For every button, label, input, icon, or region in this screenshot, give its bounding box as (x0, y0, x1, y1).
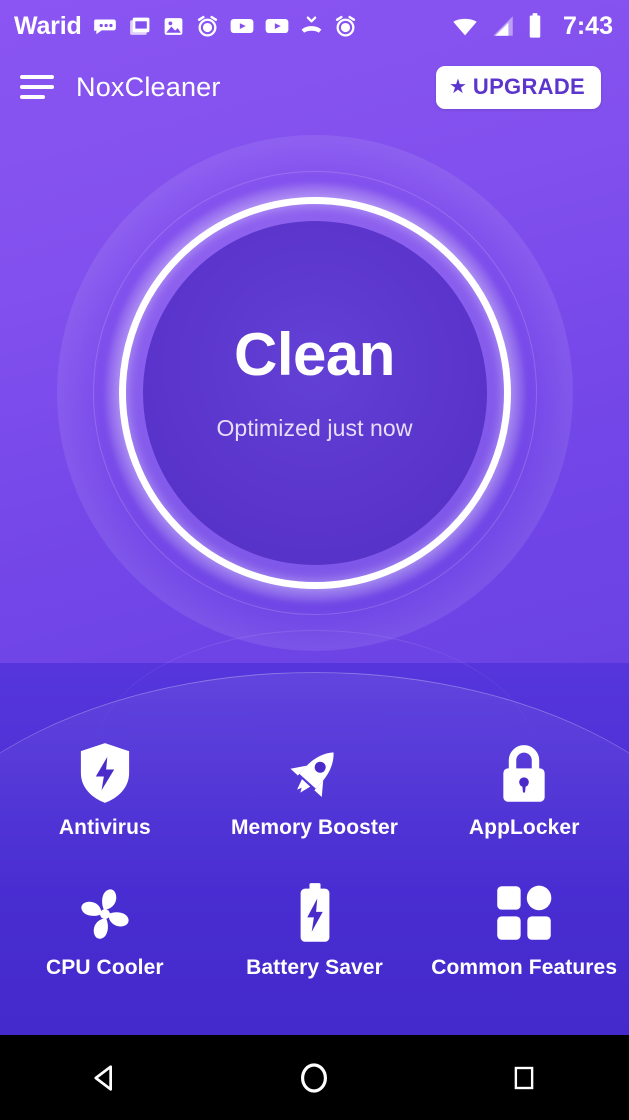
feature-memory-booster[interactable]: Memory Booster (210, 734, 420, 874)
feature-row-2: CPU Cooler Battery Saver Common Features (0, 874, 629, 1014)
wifi-icon (453, 18, 477, 36)
nav-home-button[interactable] (259, 1035, 369, 1120)
recents-square-icon (514, 1066, 534, 1089)
fan-icon (74, 882, 136, 944)
battery-bolt-icon (294, 882, 336, 944)
hamburger-line-3 (20, 95, 45, 99)
rocket-icon (284, 742, 346, 804)
video-player-icon-2 (265, 18, 288, 34)
clean-ring-wrapper: Clean Optimized just now (56, 134, 573, 651)
nav-recents-button[interactable] (469, 1035, 579, 1120)
home-circle-icon (301, 1062, 328, 1093)
alarm-icon-2 (335, 15, 355, 36)
clean-button[interactable]: Clean Optimized just now (142, 220, 487, 565)
news-icon (129, 17, 149, 35)
feature-label: CPU Cooler (45, 956, 164, 979)
feature-applocker[interactable]: AppLocker (419, 734, 629, 874)
notification-icons (92, 13, 358, 39)
nav-back-button[interactable] (50, 1035, 160, 1120)
phone-screen: Warid 7:43 NoxCleaner ★ UPGRADE Clean Op… (0, 0, 629, 1120)
hamburger-line-1 (20, 75, 54, 79)
hamburger-menu-icon[interactable] (20, 75, 54, 99)
video-player-icon (230, 18, 253, 34)
feature-label: AppLocker (468, 816, 580, 839)
hamburger-line-2 (20, 85, 54, 89)
feature-grid: Antivirus Memory Booster AppLocker CPU C… (0, 726, 629, 1035)
signal-icon (493, 16, 513, 36)
grid-apps-icon (495, 882, 553, 944)
app-title: NoxCleaner (76, 71, 221, 102)
battery-icon (529, 13, 541, 38)
image-icon (164, 17, 182, 35)
alarm-icon (197, 15, 217, 36)
status-bar: Warid 7:43 (0, 0, 629, 52)
lock-icon (497, 742, 551, 804)
feature-battery-saver[interactable]: Battery Saver (210, 874, 420, 1014)
status-clock: 7:43 (562, 11, 613, 40)
feature-label: Battery Saver (246, 956, 383, 979)
missed-call-icon (301, 15, 321, 33)
android-nav-bar (0, 1035, 629, 1120)
clean-status-text: Optimized just now (216, 415, 413, 441)
message-icon (93, 19, 116, 35)
feature-antivirus[interactable]: Antivirus (0, 734, 210, 874)
hero-section: Clean Optimized just now (0, 122, 629, 663)
back-triangle-icon (94, 1064, 112, 1091)
feature-common-features[interactable]: Common Features (419, 874, 629, 1014)
system-icons: 7:43 (451, 12, 613, 41)
carrier-label: Warid (14, 11, 82, 40)
upgrade-button-label: UPGRADE (472, 73, 585, 99)
app-bar: NoxCleaner ★ UPGRADE (0, 52, 629, 122)
feature-label: Memory Booster (230, 816, 399, 839)
shield-bolt-icon (76, 742, 134, 804)
upgrade-button[interactable]: ★ UPGRADE (435, 65, 601, 109)
feature-label: Antivirus (58, 816, 151, 839)
feature-row-1: Antivirus Memory Booster AppLocker (0, 734, 629, 874)
feature-label: Common Features (431, 956, 618, 979)
feature-cpu-cooler[interactable]: CPU Cooler (0, 874, 210, 1014)
star-icon: ★ (448, 75, 467, 98)
clean-button-label: Clean (234, 321, 395, 388)
